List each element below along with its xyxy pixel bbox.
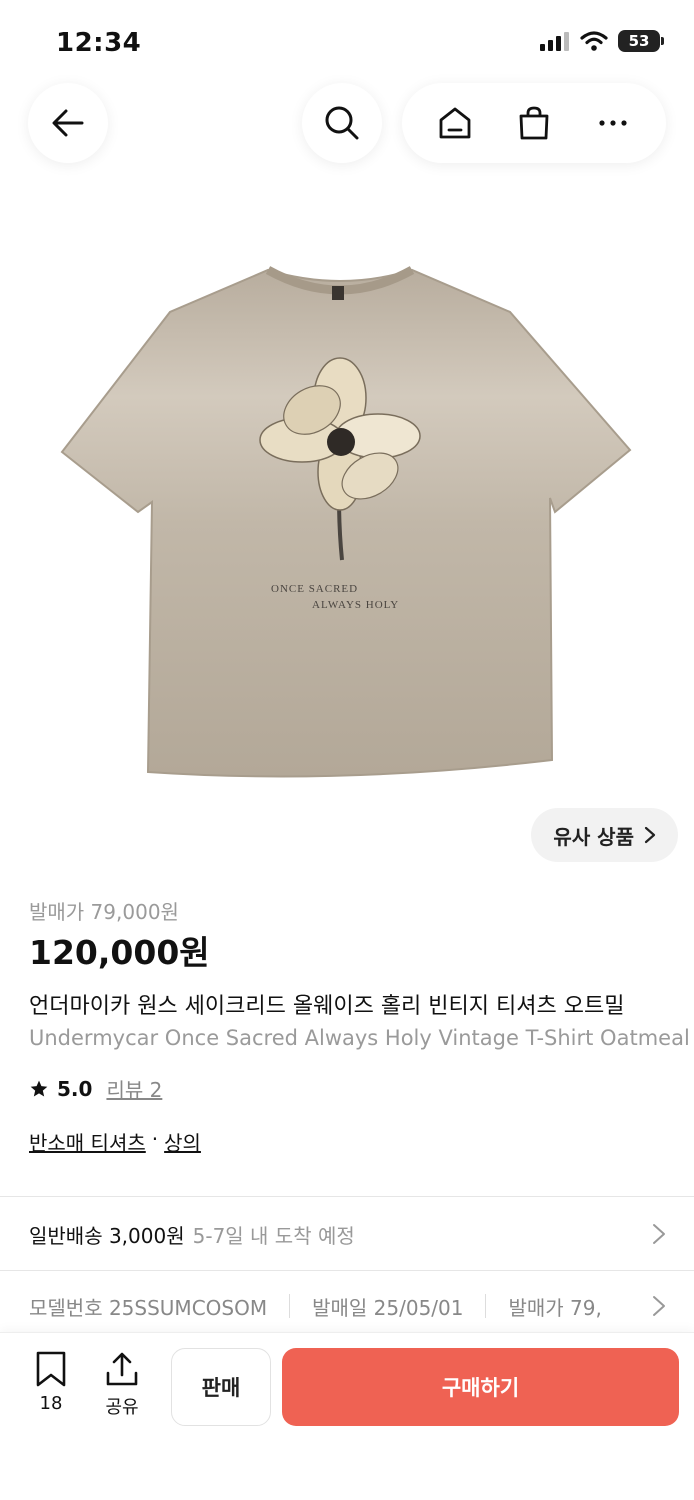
- tshirt-illustration: ONCE SACRED ALWAYS HOLY: [60, 266, 632, 778]
- bookmark-button[interactable]: 18: [34, 1351, 68, 1414]
- category-link-short-sleeve[interactable]: 반소매 티셔츠: [29, 1127, 146, 1156]
- star-icon: [30, 1080, 48, 1096]
- shipping-fee: 일반배송 3,000원: [29, 1223, 185, 1248]
- chevron-right-icon: [644, 826, 656, 844]
- home-icon: [439, 107, 471, 139]
- arrow-left-icon: [52, 109, 84, 137]
- shopping-bag-icon: [519, 106, 549, 140]
- release-price-short: 발매가 79,: [508, 1295, 602, 1320]
- category-breadcrumb: 반소매 티셔츠 · 상의: [29, 1127, 201, 1156]
- search-icon: [325, 106, 359, 140]
- release-price-label: 발매가 79,000원: [29, 900, 179, 924]
- product-title-korean: 언더마이카 원스 세이크리드 올웨이즈 홀리 빈티지 티셔츠 오트밀: [29, 994, 625, 1019]
- review-link[interactable]: 리뷰 2: [106, 1074, 162, 1103]
- signal-icon: [540, 32, 569, 51]
- product-title-english: Undermycar Once Sacred Always Holy Vinta…: [29, 1026, 690, 1050]
- share-button[interactable]: 공유: [104, 1351, 140, 1419]
- model-number: 모델번호 25SSUMCOSOM: [29, 1295, 268, 1320]
- share-label: 공유: [105, 1397, 139, 1418]
- shipping-row[interactable]: 일반배송 3,000원 5-7일 내 도착 예정: [0, 1198, 694, 1270]
- nav-action-group: [402, 83, 666, 163]
- rating-row: 5.0 리뷰 2: [29, 1074, 162, 1103]
- sell-button[interactable]: 판매: [171, 1348, 271, 1426]
- status-icons: 53: [540, 30, 664, 52]
- similar-products-label: 유사 상품: [553, 824, 634, 849]
- release-date: 발매일 25/05/01: [312, 1295, 464, 1320]
- chevron-right-icon: [653, 1296, 665, 1316]
- bookmark-count: 18: [39, 1393, 63, 1414]
- bottom-action-bar: 18 공유 판매 구매하기: [0, 1332, 694, 1500]
- status-time: 12:34: [56, 28, 142, 58]
- chevron-right-icon: [653, 1224, 665, 1244]
- category-link-tops[interactable]: 상의: [164, 1127, 201, 1156]
- buy-button[interactable]: 구매하기: [282, 1348, 679, 1426]
- product-image[interactable]: ONCE SACRED ALWAYS HOLY: [40, 240, 654, 800]
- current-price: 120,000원: [29, 933, 210, 972]
- more-horizontal-icon: [599, 120, 627, 126]
- back-button[interactable]: [28, 83, 108, 163]
- shirt-print-text-1: ONCE SACRED: [271, 583, 358, 595]
- shirt-print-text-2: ALWAYS HOLY: [312, 599, 399, 611]
- info-row-fade: [614, 1272, 694, 1340]
- share-icon: [106, 1352, 138, 1386]
- status-bar: 12:34 53: [0, 0, 694, 80]
- shipping-eta: 5-7일 내 도착 예정: [192, 1223, 355, 1248]
- info-separator: [289, 1294, 291, 1318]
- similar-products-button[interactable]: 유사 상품: [531, 808, 678, 862]
- more-options-button[interactable]: [583, 93, 643, 153]
- shopping-bag-button[interactable]: [504, 93, 564, 153]
- divider: [0, 1196, 694, 1197]
- divider: [0, 1270, 694, 1271]
- product-info-row[interactable]: 모델번호 25SSUMCOSOM 발매일 25/05/01 발매가 79,: [0, 1272, 694, 1340]
- wifi-icon: [580, 31, 608, 51]
- bookmark-icon: [36, 1351, 66, 1387]
- info-separator: [485, 1294, 487, 1318]
- search-button[interactable]: [302, 83, 382, 163]
- rating-score: 5.0: [57, 1076, 93, 1101]
- category-separator: ·: [151, 1127, 159, 1151]
- home-button[interactable]: [425, 93, 485, 153]
- battery-indicator: 53: [618, 30, 664, 52]
